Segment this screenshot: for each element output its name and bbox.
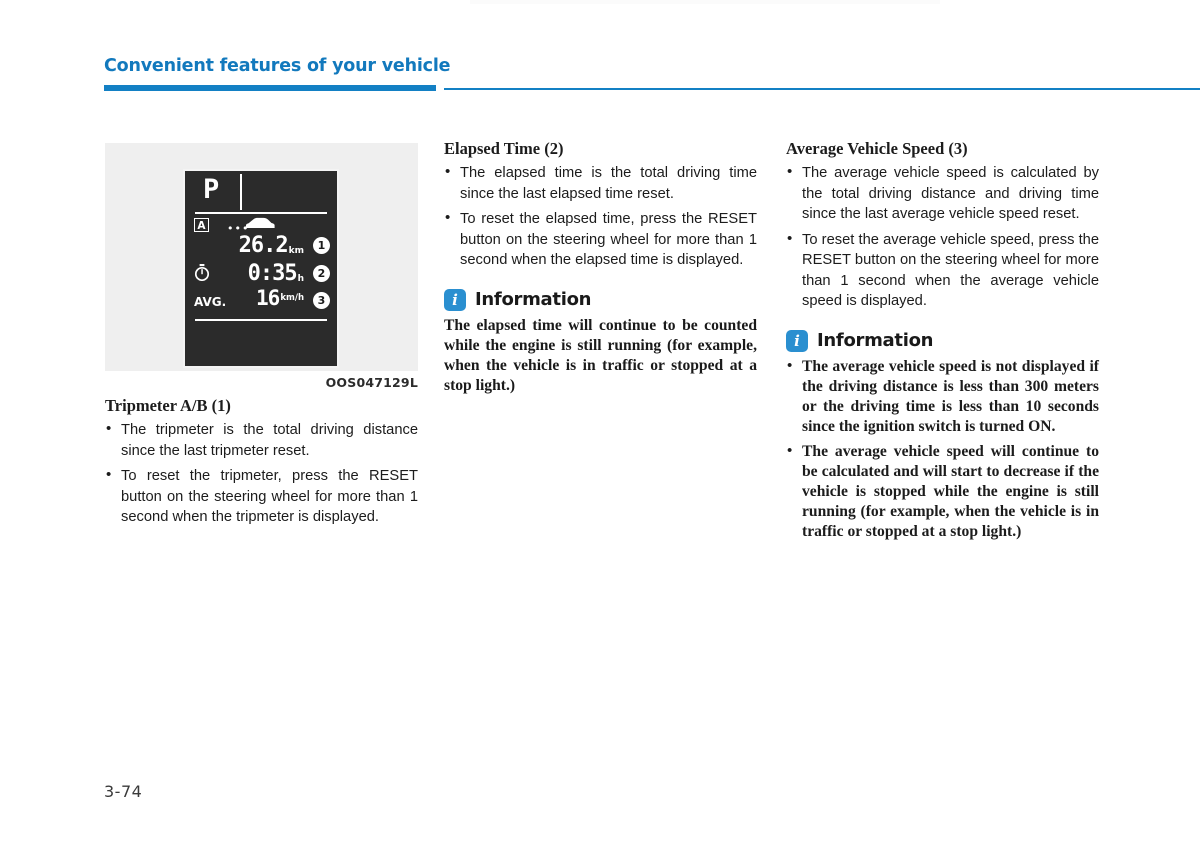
list-item: The average vehicle speed will continue … (786, 441, 1099, 542)
list-item: The elapsed time is the total driving ti… (444, 162, 757, 204)
page-title: Convenient features of your vehicle (104, 56, 451, 76)
list-item: To reset the elapsed time, press the RES… (444, 208, 757, 271)
information-bullet-list-right: The average vehicle speed is not display… (786, 356, 1099, 542)
lcd-top-separator (195, 212, 327, 214)
list-item: To reset the average vehicle speed, pres… (786, 229, 1099, 312)
page-header: Convenient features of your vehicle (104, 56, 1200, 96)
figure-caption: OOS047129L (325, 375, 418, 390)
tripmeter-subhead: Tripmeter A/B (1) (105, 396, 231, 415)
info-icon: i (444, 288, 466, 311)
middle-column: Elapsed Time (2) The elapsed time is the… (444, 138, 757, 396)
info-icon: i (786, 329, 808, 352)
callout-marker-2: 2 (313, 265, 330, 282)
gear-divider (240, 174, 242, 210)
lcd-bottom-separator (195, 319, 327, 321)
gear-indicator: P (203, 174, 219, 205)
avg-speed-value: 16 (256, 286, 280, 310)
page-number: 3-74 (104, 782, 143, 801)
callout-marker-3: 3 (313, 292, 330, 309)
instrument-cluster-lcd: P A ••• 26.2km 0:35h AVG. 16km/h 1 2 3 (183, 169, 339, 368)
cluster-display-figure: P A ••• 26.2km 0:35h AVG. 16km/h 1 2 3 O… (105, 143, 418, 390)
list-item: The tripmeter is the total driving dista… (105, 419, 418, 461)
scan-artifact (470, 0, 940, 4)
avg-speed-unit: km/h (280, 293, 304, 303)
callout-marker-1: 1 (313, 237, 330, 254)
information-title: Information (817, 329, 934, 351)
list-item: The average vehicle speed is calculated … (786, 162, 1099, 225)
information-header-right: i Information (786, 329, 1099, 352)
elapsed-time-bullet-list: The elapsed time is the total driving ti… (444, 162, 757, 271)
tripmeter-badge: A (194, 218, 209, 232)
elapsed-time-subhead: Elapsed Time (2) (444, 139, 564, 158)
header-thin-rule (444, 88, 1200, 90)
information-header-middle: i Information (444, 288, 757, 311)
avg-speed-subhead: Average Vehicle Speed (3) (786, 139, 968, 158)
header-accent-bar (104, 85, 436, 91)
information-body-middle: The elapsed time will continue to be cou… (444, 316, 757, 394)
car-icon (246, 217, 275, 228)
left-column: P A ••• 26.2km 0:35h AVG. 16km/h 1 2 3 O… (105, 138, 418, 533)
information-title: Information (475, 288, 592, 310)
tripmeter-distance-value: 26.2 (238, 233, 289, 258)
tripmeter-bullet-list: The tripmeter is the total driving dista… (105, 419, 418, 528)
right-column: Average Vehicle Speed (3) The average ve… (786, 138, 1099, 547)
list-item: To reset the tripmeter, press the RESET … (105, 465, 418, 528)
elapsed-time-unit: h (297, 274, 304, 284)
tripmeter-distance-unit: km (288, 246, 304, 256)
avg-speed-bullet-list: The average vehicle speed is calculated … (786, 162, 1099, 312)
elapsed-time-value: 0:35 (247, 261, 298, 286)
list-item: The average vehicle speed is not display… (786, 356, 1099, 437)
document-page: Convenient features of your vehicle P A … (0, 0, 1200, 861)
